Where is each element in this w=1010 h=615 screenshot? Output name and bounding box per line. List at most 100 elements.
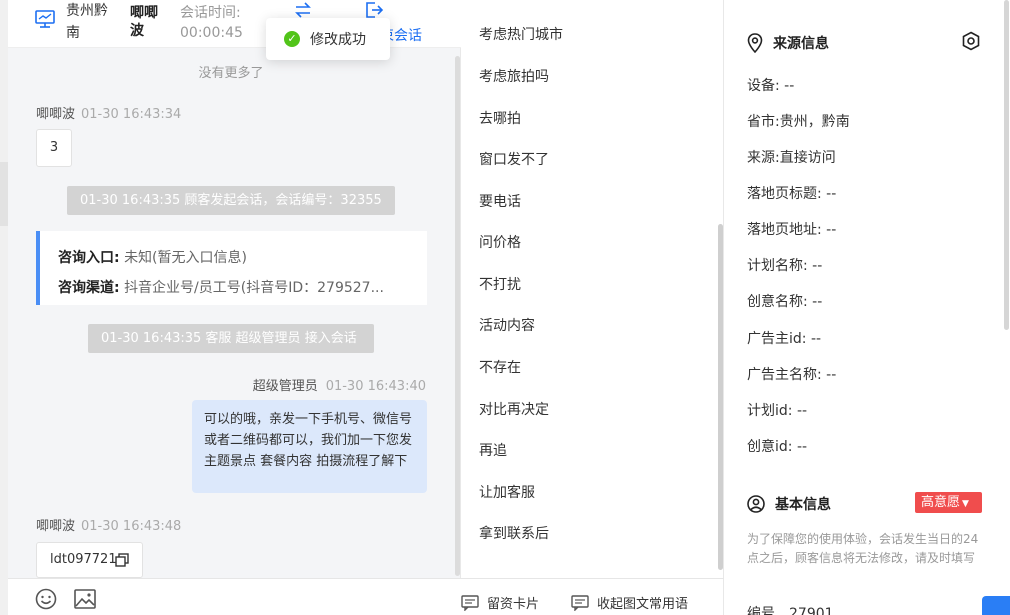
customer-info-panel: 来源信息 设备: -- 省市:贵州，黔南 来源:直接访问 落地页标题: -- 落… (725, 0, 1010, 615)
field-label: 创意名称: (747, 294, 808, 310)
session-time-value: 00:00:45 (180, 25, 243, 41)
entry-info-card: 咨询入口: 未知(暂无入口信息) 咨询渠道: 抖音企业号/员工号(抖音号ID：2… (36, 231, 427, 305)
info-field-province: 省市:贵州，黔南 (747, 111, 850, 131)
source-info-title: 来源信息 (747, 33, 829, 53)
info-field-landing-url: 落地页地址: -- (747, 219, 836, 239)
message-float-button[interactable] (982, 596, 1010, 615)
phrase-item[interactable]: 让加客服 (479, 482, 535, 502)
entry-row: 咨询入口: 未知(暂无入口信息) (58, 243, 408, 273)
field-value: -- (826, 367, 837, 383)
field-value: 直接访问 (779, 150, 836, 166)
info-field-number: 编号 27901 (747, 603, 834, 615)
field-value: -- (826, 222, 837, 238)
info-field-device: 设备: -- (747, 75, 794, 95)
info-field-plan-name: 计划名称: -- (747, 255, 822, 275)
field-label: 来源: (747, 150, 780, 166)
phrase-toolbar: 留资卡片 收起图文常用语 (461, 578, 724, 615)
customer-city: 贵州黔南 (66, 3, 108, 41)
channel-row: 咨询渠道: 抖音企业号/员工号(抖音号ID：279527... (58, 273, 408, 303)
image-icon[interactable] (74, 589, 96, 609)
field-value: -- (796, 439, 808, 455)
left-edge (0, 0, 8, 615)
phrase-item[interactable]: 考虑旅拍吗 (479, 66, 549, 86)
phrase-item[interactable]: 对比再决定 (479, 399, 549, 419)
info-scrollbar[interactable] (1004, 0, 1009, 330)
agent-time: 01-30 16:43:40 (325, 379, 426, 394)
field-label: 省市: (747, 114, 780, 130)
agent-message-meta: 超级管理员 01-30 16:43:40 (253, 375, 426, 394)
monitor-icon (35, 10, 55, 28)
agent-message: 可以的哦，亲发一下手机号、微信号或者二维码都可以，我们加一下您发主题景点 套餐内… (192, 400, 427, 493)
intent-tag-label: 高意愿 (921, 495, 961, 510)
message-sender: 唧唧波 (36, 107, 76, 122)
settings-icon[interactable] (961, 31, 981, 51)
phrase-item[interactable]: 拿到联系后 (479, 523, 549, 543)
lead-card-label: 留资卡片 (487, 597, 540, 612)
phrase-item[interactable]: 问价格 (479, 232, 521, 252)
info-field-source: 来源:直接访问 (747, 147, 836, 167)
system-message: 01-30 16:43:35 客服 超级管理员 接入会话 (88, 324, 374, 353)
field-label: 落地页地址: (747, 222, 822, 238)
phrase-item[interactable]: 不存在 (479, 357, 521, 377)
caret-down-icon: ▼ (962, 499, 969, 509)
toast-text: 修改成功 (310, 32, 366, 48)
phrase-item[interactable]: 活动内容 (479, 315, 535, 335)
phrase-item[interactable]: 要电话 (479, 191, 521, 211)
edit-notice: 为了保障您的使用体验，会话发生当日的24点之后，顾客信息将无法修改，请及时填写 (747, 532, 979, 565)
field-value: 贵州，黔南 (779, 114, 850, 130)
field-value: -- (784, 78, 795, 94)
quick-phrase-panel: 考虑热门城市 考虑旅拍吗 去哪拍 窗口发不了 要电话 问价格 不打扰 活动内容 … (461, 0, 724, 615)
message-text: ldt097721 (50, 552, 117, 567)
message-time: 01-30 16:43:48 (81, 519, 182, 534)
entry-value: 未知(暂无入口信息) (124, 250, 247, 266)
message-sender: 唧唧波 (36, 519, 76, 534)
lead-card-button[interactable]: 留资卡片 (461, 593, 539, 612)
copy-icon[interactable] (115, 553, 129, 567)
basic-info-title-text: 基本信息 (775, 497, 831, 513)
phrase-item[interactable]: 再追 (479, 440, 507, 460)
message-time: 01-30 16:43:34 (81, 107, 182, 122)
field-value: -- (796, 403, 808, 419)
field-value: -- (812, 294, 823, 310)
collapse-phrases-label: 收起图文常用语 (597, 597, 689, 612)
channel-label: 咨询渠道: (58, 280, 120, 296)
left-edge-handle[interactable] (0, 162, 8, 226)
system-message: 01-30 16:43:35 顾客发起会话，会话编号：32355 (67, 186, 395, 215)
chat-panel: 贵州黔南 唧唧波 会话时间: 00:00:45 束会话 ✓ 修改成功 没有更多了… (8, 0, 461, 615)
phrase-scrollbar[interactable] (718, 224, 723, 570)
phrase-item[interactable]: 不打扰 (479, 274, 521, 294)
phrase-item[interactable]: 去哪拍 (479, 108, 521, 128)
source-info-title-text: 来源信息 (773, 36, 829, 52)
info-field-landing-title: 落地页标题: -- (747, 183, 836, 203)
field-label: 设备: (747, 78, 780, 94)
end-session-icon[interactable] (364, 0, 384, 20)
customer-name: 唧唧波 (130, 5, 158, 39)
chat-toolbar (8, 578, 461, 615)
location-pin-icon (747, 33, 763, 53)
success-toast: ✓ 修改成功 (266, 18, 390, 60)
message-meta: 唧唧波 01-30 16:43:34 (36, 103, 181, 122)
collapse-phrases-button[interactable]: 收起图文常用语 (571, 593, 688, 612)
info-field-creative-name: 创意名称: -- (747, 291, 822, 311)
no-more-label: 没有更多了 (198, 66, 264, 81)
emoji-icon[interactable] (35, 588, 57, 610)
agent-sender: 超级管理员 (252, 379, 318, 394)
phrase-item[interactable]: 窗口发不了 (479, 149, 549, 169)
info-field-advertiser-id: 广告主id: -- (747, 328, 821, 348)
field-label: 落地页标题: (747, 186, 822, 202)
user-circle-icon (747, 495, 765, 513)
field-label: 创意id: (747, 439, 793, 455)
customer-message: 3 (36, 129, 72, 167)
intent-tag-dropdown[interactable]: 高意愿 ▼ (915, 492, 982, 513)
channel-value: 抖音企业号/员工号(抖音号ID：279527... (124, 280, 384, 296)
info-field-creative-id: 创意id: -- (747, 436, 807, 456)
field-label: 广告主id: (747, 331, 807, 347)
customer-message: ldt097721 (36, 542, 143, 578)
field-label: 编号 (747, 606, 775, 615)
session-time-label: 会话时间: (180, 5, 241, 21)
message-meta: 唧唧波 01-30 16:43:48 (36, 515, 181, 534)
info-field-advertiser-name: 广告主名称: -- (747, 364, 836, 384)
transfer-icon[interactable] (293, 0, 313, 20)
chat-scrollbar[interactable] (455, 56, 460, 576)
phrase-item[interactable]: 考虑热门城市 (479, 24, 563, 44)
